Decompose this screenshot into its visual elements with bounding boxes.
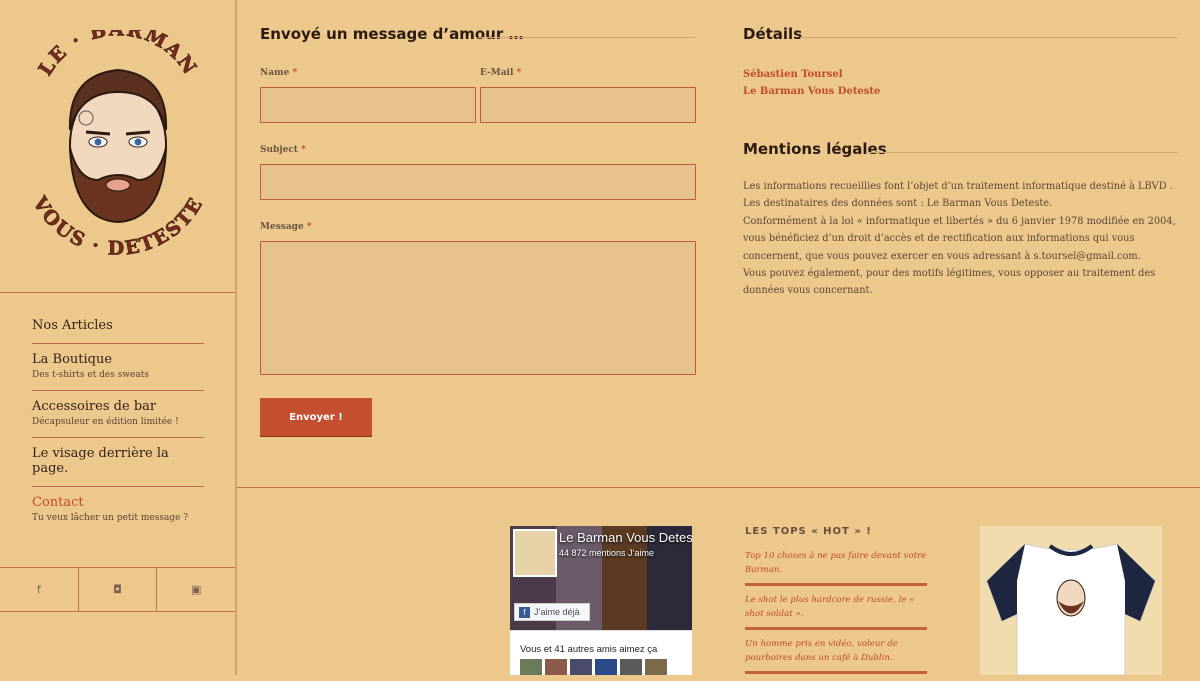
facebook-likes: 44 872 mentions J’aime: [559, 548, 655, 558]
tops-link[interactable]: Un homme pris en vidéo, voleur de pourbo…: [745, 637, 927, 674]
nav-item-subtitle: Des t-shirts et des sweats: [32, 370, 149, 380]
nav-item-label: Contact: [32, 495, 84, 510]
heading-rule: [800, 37, 1178, 38]
nav-item-visage[interactable]: Le visage derrière la page.: [32, 438, 204, 487]
details-heading: Détails: [743, 25, 803, 43]
contact-heading: Envoyé un message d’amour …: [260, 25, 524, 43]
facebook-icon[interactable]: f: [0, 568, 79, 611]
facebook-page-avatar[interactable]: [513, 529, 557, 577]
avatar[interactable]: [520, 659, 542, 675]
legal-paragraph: Conformément à la loi « informatique et …: [743, 215, 1176, 262]
name-field[interactable]: [260, 87, 476, 123]
facebook-icon: f: [519, 606, 530, 618]
sidebar-divider: [0, 292, 235, 293]
message-label: Message *: [260, 222, 312, 232]
avatar[interactable]: [545, 659, 567, 675]
name-label: Name *: [260, 68, 298, 78]
instagram-icon[interactable]: ◘: [79, 568, 158, 611]
email-field[interactable]: [480, 87, 696, 123]
message-textarea[interactable]: [260, 241, 696, 375]
main-nav: Nos Articles La Boutique Des t-shirts et…: [32, 310, 204, 533]
nav-item-accessoires[interactable]: Accessoires de bar Décapsuleur en éditio…: [32, 391, 204, 438]
heading-rule: [868, 152, 1178, 153]
footer-divider: [237, 487, 1200, 488]
tops-link[interactable]: Top 10 choses à ne pas faire devant votr…: [745, 549, 927, 586]
subject-field[interactable]: [260, 164, 696, 200]
details-site-link[interactable]: Le Barman Vous Deteste: [743, 83, 880, 100]
nav-item-label: Nos Articles: [32, 318, 113, 333]
email-label: E-Mail *: [480, 68, 522, 78]
nav-item-subtitle: Décapsuleur en édition limitée !: [32, 417, 179, 427]
avatar[interactable]: [620, 659, 642, 675]
avatar[interactable]: [645, 659, 667, 675]
details-name-link[interactable]: Sébastien Toursel: [743, 66, 880, 83]
nav-item-subtitle: Tu veux lâcher un petit message ?: [32, 513, 189, 523]
submit-button[interactable]: Envoyer !: [260, 398, 372, 436]
nav-item-label: Accessoires de bar: [32, 399, 157, 414]
tops-heading: LES TOPS « HOT » !: [745, 526, 872, 537]
tops-link[interactable]: Le shot le plus hardcore de russie, le «…: [745, 593, 927, 630]
legal-paragraph: Les informations recueillies font l’obje…: [743, 181, 1173, 210]
sidebar: LE · BARMAN VOUS · DETESTE Nos Ar: [0, 0, 237, 675]
social-links: f ◘ ▣: [0, 567, 235, 612]
facebook-page-name[interactable]: Le Barman Vous Deteste: [559, 530, 692, 545]
facebook-friends-text: Vous et 41 autres amis aimez ça: [520, 644, 658, 655]
tshirt-product-image[interactable]: [980, 526, 1162, 676]
nav-item-contact[interactable]: Contact Tu veux lâcher un petit message …: [32, 487, 204, 533]
tops-list: Top 10 choses à ne pas faire devant votr…: [745, 549, 927, 681]
details-block: Sébastien Toursel Le Barman Vous Deteste: [743, 66, 880, 100]
nav-item-label: Le visage derrière la page.: [32, 446, 169, 476]
heading-rule: [478, 37, 695, 38]
facebook-widget[interactable]: Le Barman Vous Deteste 44 872 mentions J…: [510, 526, 692, 675]
subject-label: Subject *: [260, 145, 306, 155]
facebook-friend-avatars: [520, 659, 667, 675]
facebook-friends: Vous et 41 autres amis aimez ça: [510, 630, 692, 675]
nav-item-boutique[interactable]: La Boutique Des t-shirts et des sweats: [32, 344, 204, 391]
avatar[interactable]: [595, 659, 617, 675]
youtube-icon[interactable]: ▣: [157, 568, 235, 611]
site-logo[interactable]: LE · BARMAN VOUS · DETESTE: [27, 18, 208, 265]
facebook-like-button[interactable]: f J’aime déjà: [514, 603, 590, 621]
legal-heading: Mentions légales: [743, 140, 887, 158]
legal-text: Les informations recueillies font l’obje…: [743, 178, 1178, 300]
nav-item-label: La Boutique: [32, 352, 113, 367]
avatar[interactable]: [570, 659, 592, 675]
legal-paragraph: Vous pouvez également, pour des motifs l…: [743, 268, 1156, 297]
nav-item-articles[interactable]: Nos Articles: [32, 310, 204, 344]
